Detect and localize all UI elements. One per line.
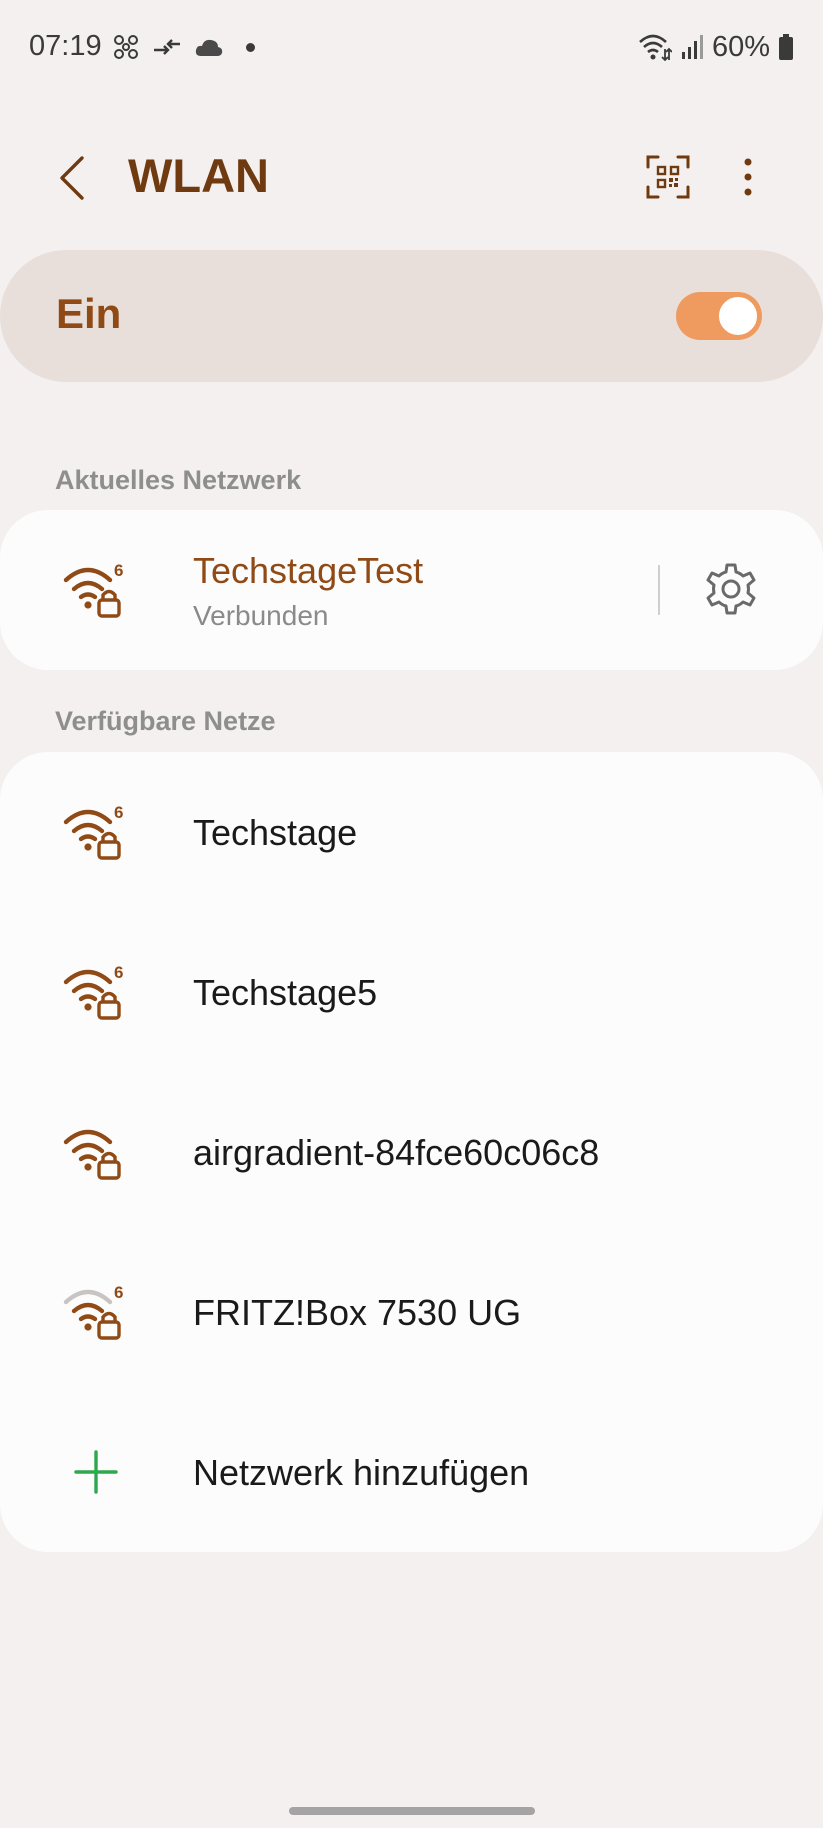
battery-icon (779, 34, 793, 60)
network-name: Techstage (193, 812, 358, 853)
more-vertical-icon (744, 158, 752, 196)
available-networks-heading: Verfügbare Netze (55, 706, 276, 736)
network-name: Techstage5 (193, 972, 378, 1013)
wifi-settings-screen: 07:19 60% WLAN Ein Aktuelles Netzwerk 6 … (0, 0, 823, 1828)
vertical-divider (658, 565, 660, 615)
network-row[interactable]: 6 Techstage (0, 752, 823, 912)
add-network-row[interactable]: Netzwerk hinzufügen (0, 1392, 823, 1552)
wifi-master-switch-row[interactable]: Ein (0, 250, 823, 382)
svg-text:6: 6 (114, 804, 123, 822)
status-time: 07:19 (29, 30, 102, 62)
toggle-knob (717, 295, 759, 337)
available-networks-card: 6 Techstage 6 Techstage5 airgradient-84f… (0, 752, 823, 1552)
wifi-lock-icon (63, 1129, 121, 1180)
current-network-status: Verbunden (193, 600, 329, 631)
qr-code-button[interactable] (641, 150, 695, 204)
network-name: FRITZ!Box 7530 UG (193, 1292, 522, 1333)
svg-text:6: 6 (114, 964, 123, 982)
svg-text:6: 6 (114, 1284, 123, 1302)
network-name: airgradient-84fce60c06c8 (193, 1132, 600, 1173)
chevron-left-icon (60, 156, 84, 200)
data-transfer-icon (154, 39, 180, 55)
wifi-weak-6-lock-icon: 6 (63, 1284, 123, 1340)
current-network-heading: Aktuelles Netzwerk (55, 465, 302, 495)
more-options-button[interactable] (728, 150, 768, 204)
wifi-6-lock-icon: 6 (63, 964, 123, 1020)
svg-text:6: 6 (114, 562, 123, 580)
cloud-icon (195, 39, 223, 56)
gear-icon[interactable] (704, 562, 758, 616)
page-title: WLAN (128, 149, 269, 202)
status-bar: 07:19 60% (0, 0, 823, 95)
notification-dot-icon (246, 42, 255, 52)
wifi-toggle[interactable] (676, 292, 762, 340)
navigation-handle[interactable] (289, 1807, 535, 1815)
wifi-status-icon (639, 34, 672, 61)
qr-code-icon (646, 155, 690, 199)
cell-signal-icon (681, 35, 703, 59)
fan-icon (114, 35, 138, 59)
wifi-6-lock-icon: 6 (63, 562, 123, 618)
plus-icon (74, 1450, 118, 1494)
current-network-name: TechstageTest (193, 550, 424, 591)
battery-percentage: 60% (711, 30, 770, 63)
current-network-card: 6 TechstageTest Verbunden (0, 510, 823, 670)
wifi-6-lock-icon: 6 (63, 804, 123, 860)
current-network-row[interactable]: 6 TechstageTest Verbunden (0, 510, 823, 670)
network-row[interactable]: airgradient-84fce60c06c8 (0, 1072, 823, 1232)
add-network-label: Netzwerk hinzufügen (193, 1452, 530, 1493)
app-header: WLAN (0, 130, 823, 226)
network-row[interactable]: 6 Techstage5 (0, 912, 823, 1072)
back-button[interactable] (46, 150, 98, 206)
network-row[interactable]: 6 FRITZ!Box 7530 UG (0, 1232, 823, 1392)
master-switch-label: Ein (56, 290, 122, 337)
